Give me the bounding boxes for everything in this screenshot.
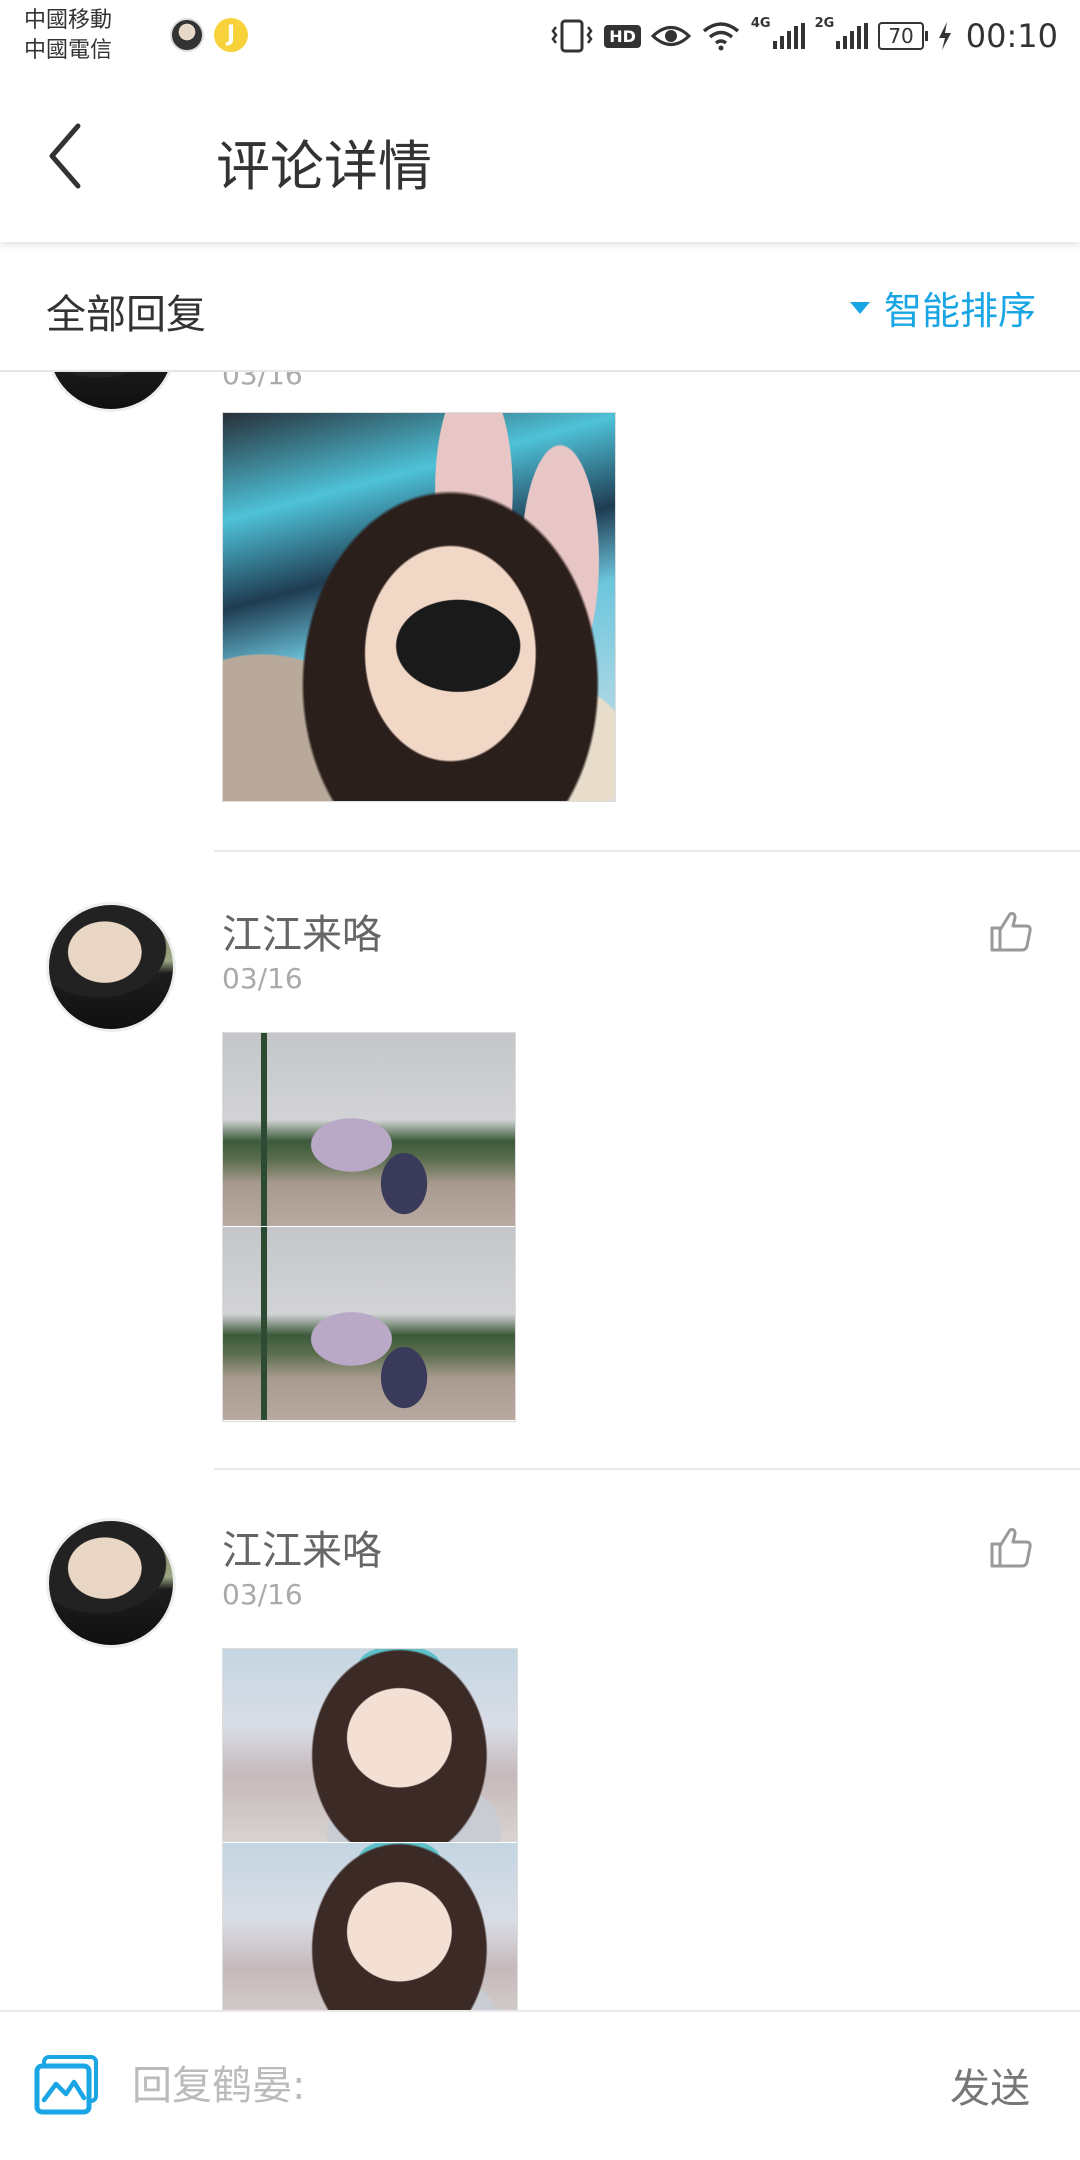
- wifi-icon: [702, 22, 740, 51]
- carrier-info: 中國移動 中國電信: [24, 6, 112, 66]
- photo-frame: [223, 1033, 515, 1227]
- user-avatar[interactable]: [46, 1518, 176, 1648]
- battery-level: 70: [878, 22, 924, 50]
- vibrate-icon: [551, 19, 593, 53]
- reply-list[interactable]: 03/16 江江来咯 03/16 江江来咯 03/16: [0, 372, 1080, 2010]
- status-icons: HD 4G 2G 70 00:10: [550, 14, 1058, 58]
- insert-image-button[interactable]: [34, 2054, 100, 2116]
- user-nickname[interactable]: 江江来咯: [222, 1518, 382, 1576]
- carrier-name: 中國移動: [24, 8, 113, 33]
- user-nickname[interactable]: 江江来咯: [222, 902, 382, 960]
- signal-icon: [772, 23, 805, 49]
- comment-detail-screen: 中國移動 中國電信 J HD 4G 2G 70 00:10 评论详情 全部回复 …: [0, 0, 1080, 2160]
- reply-item: 江江来咯 03/16: [0, 902, 1080, 1518]
- reply-date: 03/16: [222, 1578, 303, 1611]
- send-button[interactable]: 发送: [950, 2056, 1030, 2114]
- like-button[interactable]: [988, 1524, 1034, 1570]
- dropdown-triangle-icon: [849, 301, 870, 314]
- reply-item: 江江来咯 03/16: [0, 1518, 1080, 2010]
- image-icon: [34, 2055, 98, 2115]
- title-bar: 评论详情: [0, 72, 1080, 242]
- user-avatar[interactable]: [46, 372, 176, 412]
- reply-input[interactable]: [132, 2056, 852, 2116]
- page-title: 评论详情: [216, 135, 432, 198]
- thumbs-up-icon: [990, 1528, 1032, 1568]
- photo-frame: [223, 1843, 517, 2010]
- network-type-label: 4G: [750, 16, 771, 31]
- thumbs-up-icon: [990, 912, 1032, 952]
- network-type-label: 2G: [814, 16, 835, 31]
- replies-header: 全部回复 智能排序: [0, 248, 1080, 372]
- divider: [214, 850, 1080, 852]
- reply-photo[interactable]: [222, 412, 616, 802]
- reply-item: 03/16: [0, 372, 1080, 852]
- divider: [214, 1468, 1080, 1470]
- eye-icon: [650, 26, 691, 46]
- reply-date: 03/16: [222, 372, 303, 391]
- reply-composer: 发送: [0, 2010, 1080, 2160]
- like-button[interactable]: [988, 908, 1034, 954]
- status-bar: 中國移動 中國電信 J HD 4G 2G 70 00:10: [0, 0, 1080, 72]
- battery-icon: 70: [878, 22, 928, 50]
- back-button[interactable]: [40, 116, 100, 196]
- photo-frame: [223, 1227, 515, 1421]
- chevron-left-icon: [49, 123, 81, 189]
- clock: 00:10: [965, 17, 1058, 55]
- sort-label: 智能排序: [883, 289, 1036, 333]
- notification-app-icon: J: [214, 18, 248, 52]
- reply-photo[interactable]: [222, 1648, 518, 2010]
- signal-icon: [836, 23, 869, 49]
- reply-date: 03/16: [222, 962, 303, 995]
- reply-photo[interactable]: [222, 1032, 516, 1422]
- sort-dropdown-button[interactable]: 智能排序: [849, 280, 1036, 335]
- carrier-name: 中國電信: [24, 38, 113, 63]
- all-replies-label: 全部回复: [46, 292, 206, 338]
- photo-frame: [223, 1649, 517, 1843]
- notification-avatar-icon: [170, 18, 204, 52]
- charging-icon: [938, 22, 951, 50]
- hd-icon: HD: [604, 24, 641, 48]
- user-avatar[interactable]: [46, 902, 176, 1032]
